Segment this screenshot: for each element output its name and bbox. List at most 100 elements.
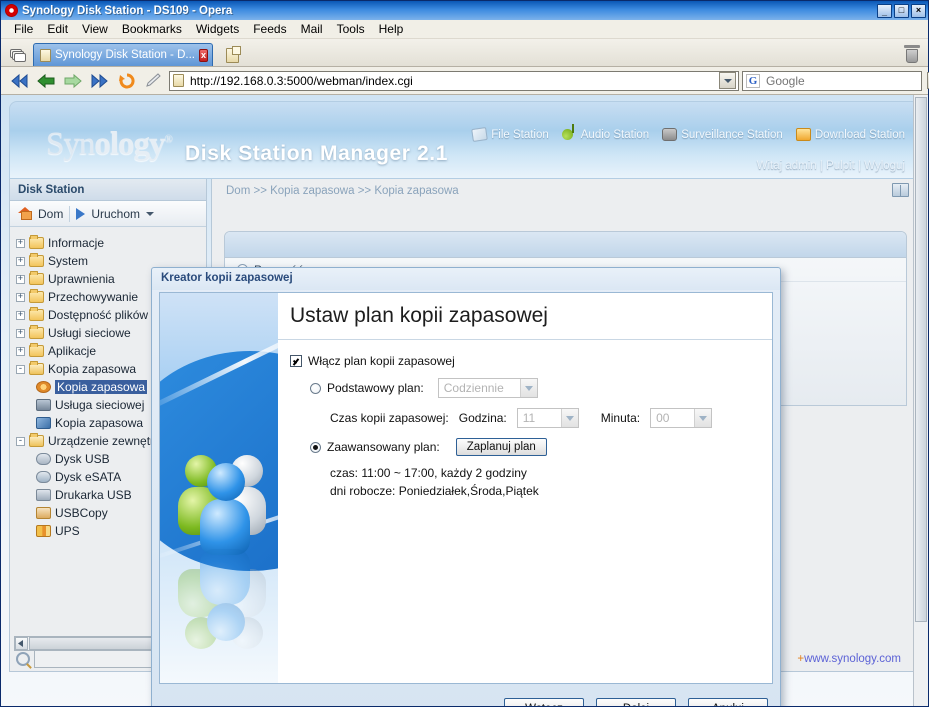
menu-item-file[interactable]: File	[7, 21, 40, 37]
welcome-bar[interactable]: Witaj admin | Pulpit | Wyloguj	[757, 160, 905, 172]
minute-select[interactable]: 00	[650, 408, 713, 428]
collapse-icon[interactable]: -	[16, 364, 25, 374]
run-button-label[interactable]: Uruchom	[91, 207, 140, 221]
checkbox-icon[interactable]	[290, 355, 302, 367]
reload-icon	[119, 72, 135, 88]
advanced-plan-row[interactable]: Zaawansowany plan: Zaplanuj plan	[290, 438, 772, 456]
expand-icon[interactable]: +	[16, 328, 25, 338]
expand-icon[interactable]: +	[16, 274, 25, 284]
tree-item-label: Aplikacje	[48, 344, 97, 358]
next-button[interactable]: Dalej	[596, 698, 676, 706]
window-controls: _ □ ×	[877, 3, 926, 18]
expand-icon[interactable]: +	[16, 256, 25, 266]
window-titlebar: Synology Disk Station - DS109 - Opera _ …	[1, 1, 928, 20]
menu-item-mail[interactable]: Mail	[294, 21, 330, 37]
menu-item-bookmarks[interactable]: Bookmarks	[115, 21, 189, 37]
menu-item-help[interactable]: Help	[372, 21, 411, 37]
basic-plan-select[interactable]: Codziennie	[437, 378, 538, 398]
file-station-icon	[471, 127, 489, 142]
radio-icon-basic[interactable]	[310, 382, 321, 394]
help-book-icon[interactable]	[892, 183, 909, 197]
collapse-icon[interactable]: -	[16, 436, 25, 446]
pencil-icon	[146, 72, 161, 87]
backup-time-row: Czas kopii zapasowej: Godzina: 11 Minuta…	[290, 408, 772, 428]
menu-item-widgets[interactable]: Widgets	[189, 21, 246, 37]
maximize-button[interactable]: □	[894, 3, 909, 18]
radio-icon-advanced[interactable]	[310, 441, 321, 453]
breadcrumb: Dom >> Kopia zapasowa >> Kopia zapasowa	[226, 185, 459, 197]
dialog-footer: Wstecz Dalej Anuluj	[504, 698, 768, 706]
synology-website-link[interactable]: +www.synology.com	[797, 653, 901, 665]
tab-close-icon[interactable]: x	[198, 48, 208, 62]
folder-icon	[29, 343, 44, 357]
menu-item-edit[interactable]: Edit	[40, 21, 75, 37]
trash-icon[interactable]	[904, 45, 920, 63]
dialog-form: Włącz plan kopii zapasowej Podstawowy pl…	[278, 340, 772, 498]
reload-button[interactable]	[115, 70, 139, 92]
station-link-audio[interactable]: Audio Station	[561, 124, 649, 141]
tab-label: Synology Disk Station - D...	[55, 49, 195, 61]
close-icon: ×	[915, 5, 922, 15]
search-icon	[16, 652, 30, 666]
close-button[interactable]: ×	[911, 3, 926, 18]
back-button[interactable]	[34, 70, 58, 92]
station-link-surveillance[interactable]: Surveillance Station	[662, 128, 783, 141]
tree-item-label: Dysk eSATA	[55, 470, 122, 484]
url-dropdown-button[interactable]	[719, 72, 736, 89]
chevron-down-icon[interactable]	[519, 379, 537, 397]
search-input[interactable]	[764, 72, 923, 89]
station-link-download[interactable]: Download Station	[795, 128, 905, 141]
page-scroll-thumb[interactable]	[915, 97, 927, 623]
expand-icon[interactable]: +	[16, 346, 25, 356]
chevron-down-icon[interactable]	[560, 409, 578, 427]
address-bar[interactable]	[169, 70, 739, 91]
expand-icon[interactable]: +	[16, 292, 25, 302]
edit-url-button[interactable]	[142, 70, 166, 92]
address-page-icon	[173, 74, 184, 87]
hour-select[interactable]: 11	[516, 408, 579, 428]
tab-stack-button[interactable]	[5, 44, 31, 66]
chevron-down-icon[interactable]	[146, 211, 155, 216]
menu-item-view[interactable]: View	[75, 21, 115, 37]
days-summary-row: dni robocze: Poniedziałek,Środa,Piątek	[290, 484, 772, 498]
tree-item-label: Kopia zapasowa	[55, 416, 144, 430]
logo-registered-mark: ®	[164, 133, 173, 145]
home-icon	[18, 207, 32, 220]
url-input[interactable]	[188, 72, 715, 89]
forward-button[interactable]	[61, 70, 85, 92]
people-reflection-graphic	[176, 549, 272, 651]
network-icon	[36, 399, 51, 411]
back-button[interactable]: Wstecz	[504, 698, 584, 706]
download-station-icon	[795, 128, 811, 141]
schedule-plan-button[interactable]: Zaplanuj plan	[455, 438, 547, 456]
cancel-button[interactable]: Anuluj	[688, 698, 768, 706]
ups-icon	[36, 525, 51, 537]
search-bar[interactable]: G	[742, 70, 929, 91]
page-vertical-scrollbar[interactable]	[913, 95, 928, 706]
station-link-file[interactable]: File Station	[471, 127, 549, 142]
enable-plan-row[interactable]: Włącz plan kopii zapasowej	[290, 354, 772, 368]
basic-plan-row[interactable]: Podstawowy plan: Codziennie	[290, 378, 772, 398]
new-tab-button[interactable]	[221, 44, 243, 66]
chevron-down-icon[interactable]	[694, 409, 712, 427]
browser-tab[interactable]: Synology Disk Station - D... x	[33, 43, 213, 66]
page-viewport: Synology® Disk Station Manager 2.1 File …	[1, 95, 928, 706]
expand-icon[interactable]: +	[16, 310, 25, 320]
minimize-button[interactable]: _	[877, 3, 892, 18]
home-button-label[interactable]: Dom	[38, 207, 63, 221]
back-arrow-icon	[37, 73, 55, 88]
fast-forward-button[interactable]	[88, 70, 112, 92]
tree-item[interactable]: + Informacje	[16, 234, 206, 252]
expand-icon[interactable]: +	[16, 238, 25, 248]
tree-item-label: Drukarka USB	[55, 488, 132, 502]
chevron-down-icon	[723, 78, 732, 83]
menu-item-tools[interactable]: Tools	[330, 21, 372, 37]
fast-back-button[interactable]	[7, 70, 31, 92]
logo-syn: Syn	[46, 126, 95, 162]
new-tab-icon	[225, 45, 241, 63]
dsm-product-title: Disk Station Manager 2.1	[185, 142, 448, 165]
menu-item-feeds[interactable]: Feeds	[246, 21, 293, 37]
left-panel-title: Disk Station	[10, 179, 206, 201]
advanced-plan-label: Zaawansowany plan:	[327, 440, 440, 454]
minute-label: Minuta:	[600, 411, 641, 425]
